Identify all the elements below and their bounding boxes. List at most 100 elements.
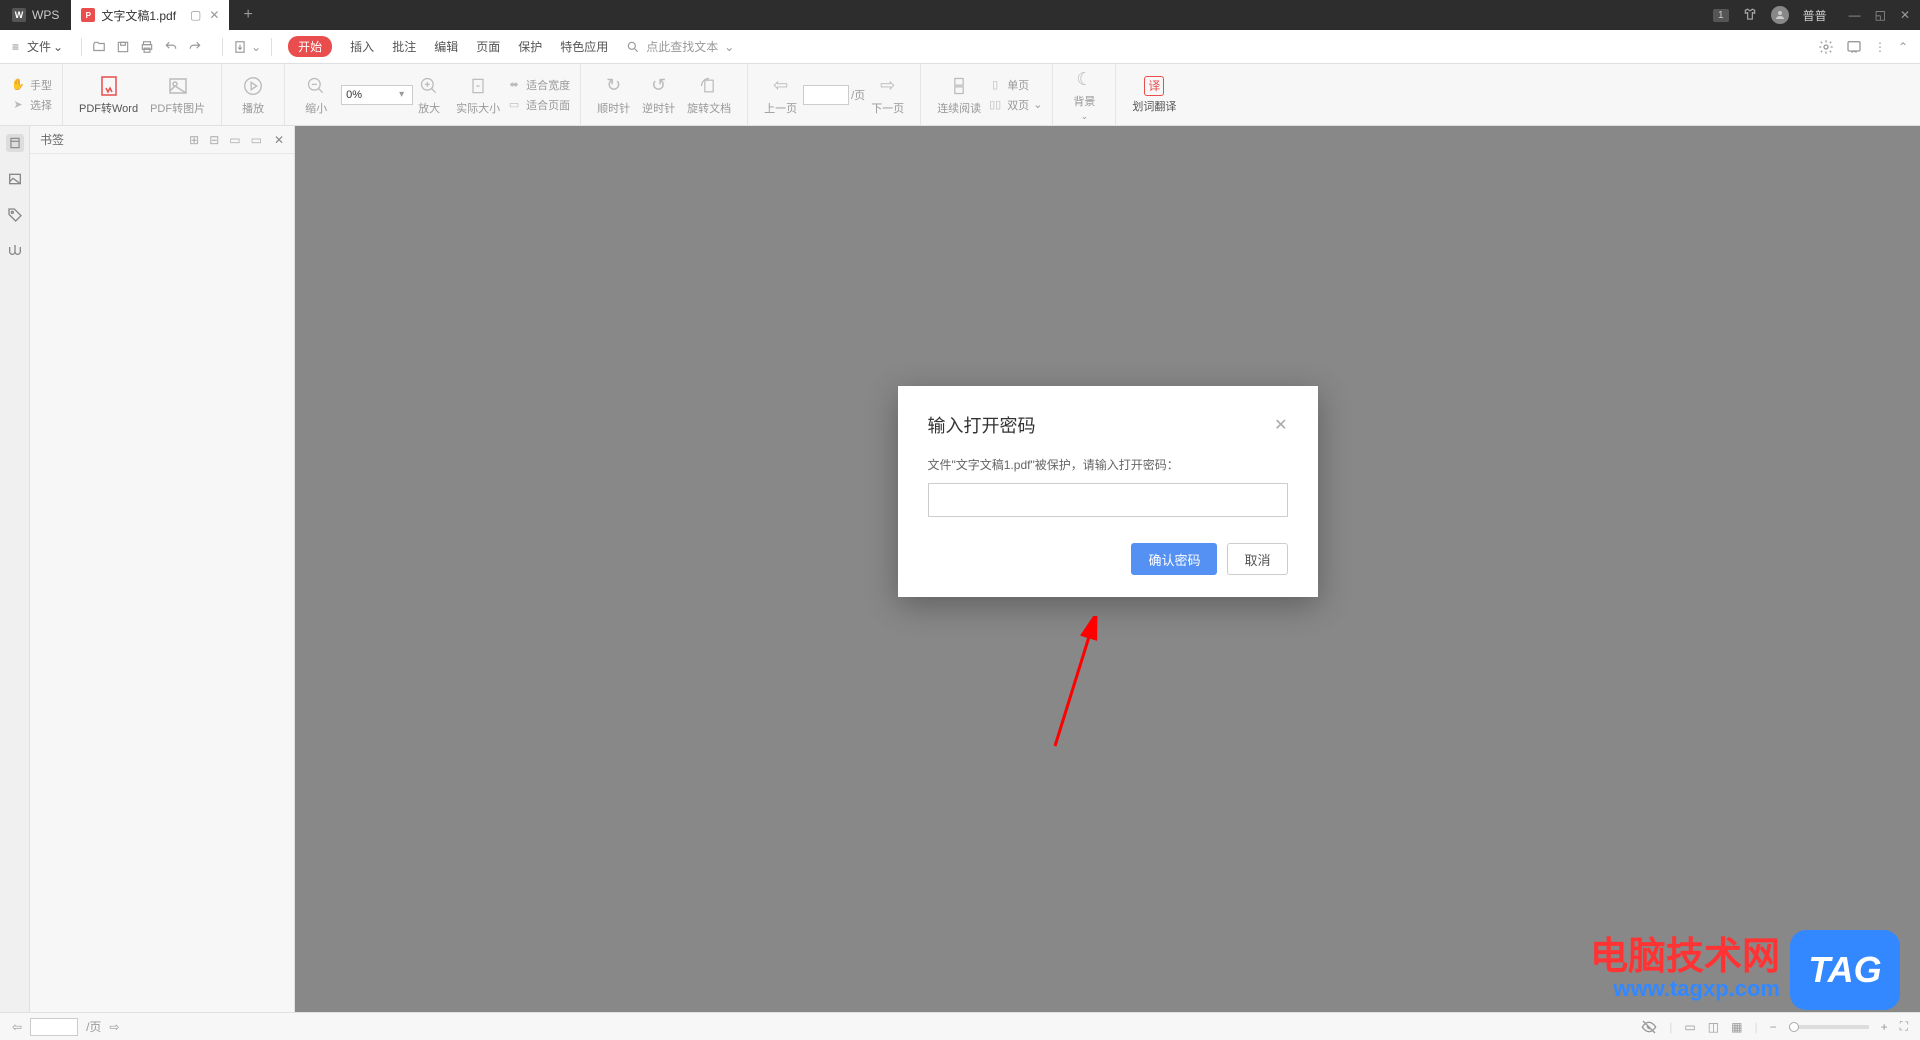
page-input[interactable] bbox=[803, 85, 849, 105]
save-icon[interactable] bbox=[116, 40, 130, 54]
zoom-in-status-icon[interactable]: + bbox=[1881, 1020, 1888, 1034]
moon-icon: ☾ bbox=[1072, 67, 1096, 91]
view-mode3-icon[interactable]: ▦ bbox=[1731, 1020, 1742, 1034]
status-page-input[interactable] bbox=[30, 1018, 78, 1036]
zoom-in[interactable]: 放大 bbox=[408, 74, 450, 116]
separator bbox=[271, 38, 272, 56]
hamburger-icon[interactable]: ≡ bbox=[12, 40, 19, 54]
print-icon[interactable] bbox=[140, 40, 154, 54]
wps-logo-icon: W bbox=[12, 8, 26, 22]
translate[interactable]: 译 划词翻译 bbox=[1126, 76, 1182, 114]
tab-protect[interactable]: 保护 bbox=[518, 38, 542, 55]
chevron-down-icon: ⌄ bbox=[53, 40, 63, 54]
redo-icon[interactable] bbox=[188, 40, 202, 54]
fit-width[interactable]: ⬌适合宽度 bbox=[506, 77, 570, 93]
more-icon[interactable]: ⋮ bbox=[1874, 40, 1886, 54]
tab-page[interactable]: 页面 bbox=[476, 38, 500, 55]
hide-icon[interactable] bbox=[1641, 1019, 1657, 1035]
watermark: 电脑技术网 www.tagxp.com TAG bbox=[1590, 930, 1900, 1010]
file-menu[interactable]: 文件 ⌄ bbox=[27, 38, 63, 55]
tool-group-convert: PDF转Word PDF转图片 bbox=[63, 64, 222, 125]
page-suffix: /页 bbox=[851, 87, 865, 103]
zoom-out-status-icon[interactable]: − bbox=[1770, 1020, 1777, 1034]
rotate-doc[interactable]: 旋转文档 bbox=[681, 74, 737, 116]
collapse-ribbon-icon[interactable]: ⌃ bbox=[1898, 40, 1908, 54]
single-page[interactable]: ▯单页 bbox=[987, 77, 1042, 93]
tool-group-bg: ☾ 背景⌄ bbox=[1053, 64, 1116, 125]
tab-close-icon[interactable]: ✕ bbox=[209, 8, 219, 22]
hand-tool[interactable]: ✋手型 bbox=[10, 77, 52, 93]
password-input[interactable] bbox=[928, 483, 1288, 517]
wps-home-tab[interactable]: W WPS bbox=[0, 0, 71, 30]
tab-edit[interactable]: 编辑 bbox=[434, 38, 458, 55]
collapse-all-icon[interactable]: ⊟ bbox=[209, 133, 219, 147]
search-box[interactable]: 点此查找文本 ⌄ bbox=[626, 38, 734, 55]
tab-screen-icon[interactable]: ▢ bbox=[190, 8, 201, 22]
pdf-file-icon: P bbox=[81, 8, 95, 22]
cursor-icon: ➤ bbox=[10, 97, 26, 113]
fit-width-icon: ⬌ bbox=[506, 77, 522, 93]
pdf-to-image[interactable]: PDF转图片 bbox=[144, 74, 211, 116]
two-page[interactable]: ▯▯双页⌄ bbox=[987, 97, 1042, 113]
notification-badge[interactable]: 1 bbox=[1713, 9, 1729, 22]
status-next-icon[interactable]: ⇨ bbox=[109, 1020, 119, 1034]
view-mode1-icon[interactable]: ▭ bbox=[1684, 1020, 1695, 1034]
chevron-down-icon[interactable]: ▾ bbox=[399, 89, 404, 100]
attachment-rail-icon[interactable] bbox=[6, 242, 24, 260]
tab-special[interactable]: 特色应用 bbox=[560, 38, 608, 55]
bookmark-rail-icon[interactable] bbox=[6, 134, 24, 152]
user-avatar-icon[interactable] bbox=[1771, 6, 1789, 24]
continuous-read[interactable]: 连续阅读 bbox=[931, 74, 987, 116]
add-bookmark-icon[interactable]: ▭ bbox=[229, 133, 240, 147]
next-page[interactable]: ⇨ 下一页 bbox=[865, 74, 910, 116]
menubar-right: ⋮ ⌃ bbox=[1818, 39, 1908, 55]
undo-icon[interactable] bbox=[164, 40, 178, 54]
main-area: 书签 ⊞ ⊟ ▭ ▭ ✕ 输入打开密码 ✕ 文件"文字文稿1.pdf"被保护，请… bbox=[0, 126, 1920, 1012]
dialog-close-icon[interactable]: ✕ bbox=[1274, 415, 1287, 435]
rotate-ccw[interactable]: ↺ 逆时针 bbox=[636, 74, 681, 116]
titlebar-right: 1 普普 — ◱ ✕ bbox=[1713, 6, 1920, 24]
close-button[interactable]: ✕ bbox=[1900, 8, 1910, 22]
zoom-out[interactable]: 缩小 bbox=[295, 74, 337, 116]
tool-group-rotate: ↻ 顺时针 ↺ 逆时针 旋转文档 bbox=[581, 64, 748, 125]
pdf-to-word[interactable]: PDF转Word bbox=[73, 74, 144, 116]
restore-button[interactable]: ◱ bbox=[1875, 8, 1886, 22]
rotate-cw[interactable]: ↻ 顺时针 bbox=[591, 74, 636, 116]
new-tab-button[interactable]: + bbox=[229, 6, 266, 24]
bookmark-title: 书签 bbox=[40, 131, 64, 148]
play-button[interactable]: 播放 bbox=[232, 74, 274, 116]
chevron-down-icon: ⌄ bbox=[724, 40, 734, 54]
tag-rail-icon[interactable] bbox=[6, 206, 24, 224]
user-name[interactable]: 普普 bbox=[1803, 7, 1827, 24]
zoom-in-icon bbox=[417, 74, 441, 98]
cancel-button[interactable]: 取消 bbox=[1227, 543, 1287, 575]
settings-icon[interactable] bbox=[1818, 39, 1834, 55]
expand-all-icon[interactable]: ⊞ bbox=[189, 133, 199, 147]
zoom-slider[interactable] bbox=[1789, 1025, 1869, 1029]
select-tool[interactable]: ➤选择 bbox=[10, 97, 52, 113]
status-prev-icon[interactable]: ⇦ bbox=[12, 1020, 22, 1034]
rotate-cw-icon: ↻ bbox=[602, 74, 626, 98]
tab-start[interactable]: 开始 bbox=[288, 36, 332, 57]
minimize-button[interactable]: — bbox=[1849, 8, 1861, 22]
view-mode2-icon[interactable]: ◫ bbox=[1708, 1020, 1719, 1034]
document-tab[interactable]: P 文字文稿1.pdf ▢ ✕ bbox=[71, 0, 229, 30]
tab-annotate[interactable]: 批注 bbox=[392, 38, 416, 55]
zoom-out-icon bbox=[304, 74, 328, 98]
actual-size[interactable]: 实际大小 bbox=[450, 74, 506, 116]
delete-bookmark-icon[interactable]: ▭ bbox=[251, 133, 262, 147]
feedback-icon[interactable] bbox=[1846, 39, 1862, 55]
fit-page[interactable]: ▭适合页面 bbox=[506, 97, 570, 113]
bookmark-header: 书签 ⊞ ⊟ ▭ ▭ ✕ bbox=[30, 126, 294, 154]
confirm-button[interactable]: 确认密码 bbox=[1131, 543, 1217, 575]
apparel-icon[interactable] bbox=[1743, 8, 1757, 22]
fullscreen-icon[interactable]: ⛶ bbox=[1900, 1019, 1908, 1034]
image-rail-icon[interactable] bbox=[6, 170, 24, 188]
chevron-down-icon[interactable]: ⌄ bbox=[251, 40, 261, 54]
background[interactable]: ☾ 背景⌄ bbox=[1063, 67, 1105, 122]
open-icon[interactable] bbox=[92, 40, 106, 54]
tab-insert[interactable]: 插入 bbox=[350, 38, 374, 55]
prev-page[interactable]: ⇦ 上一页 bbox=[758, 74, 803, 116]
close-panel-icon[interactable]: ✕ bbox=[274, 133, 284, 147]
export-icon[interactable] bbox=[233, 40, 247, 54]
